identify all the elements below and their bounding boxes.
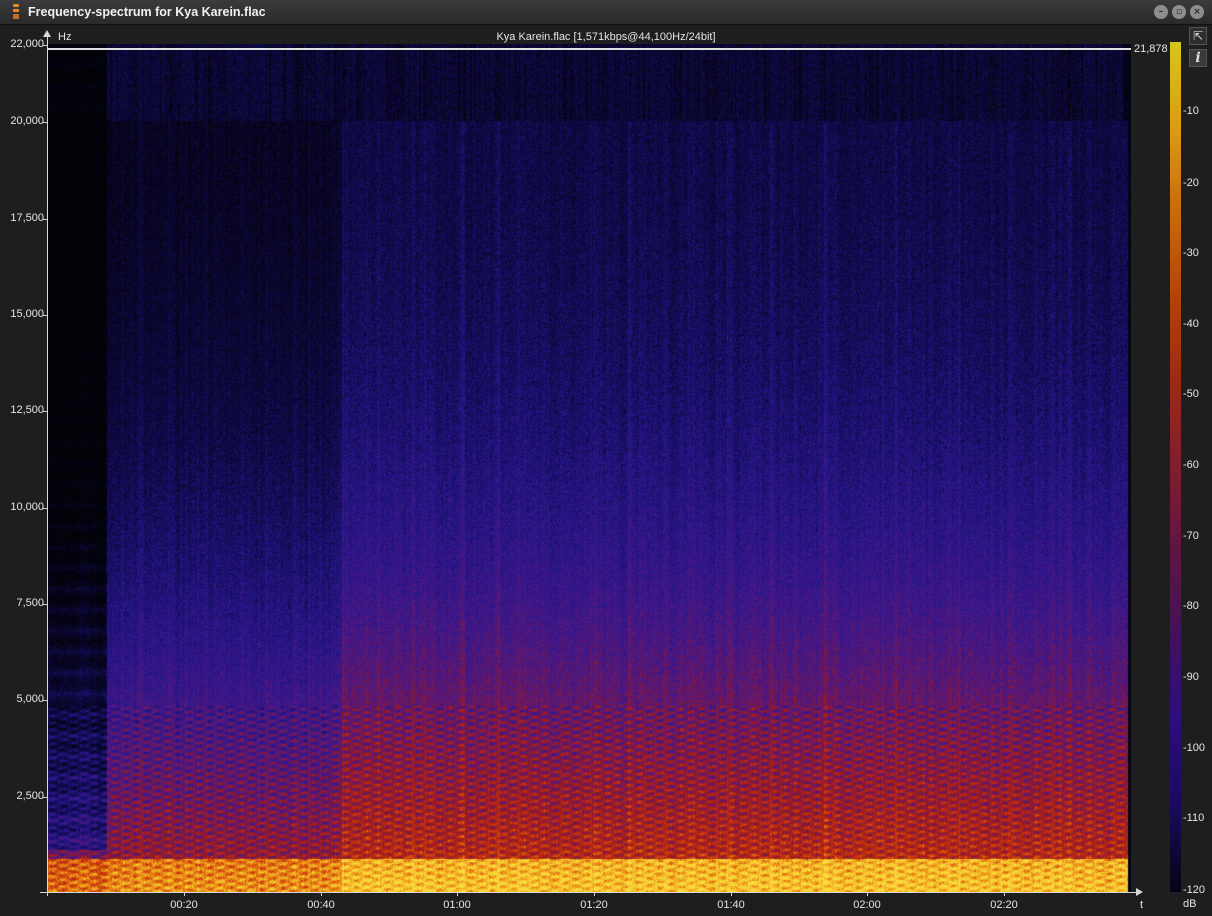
db-scale-label: -110 <box>1183 812 1205 824</box>
window-title: Frequency-spectrum for Kya Karein.flac <box>28 5 266 19</box>
frequency-cutoff-line <box>47 48 1131 50</box>
x-axis-arrow-icon <box>1136 888 1143 896</box>
db-scale-label: -30 <box>1183 247 1199 259</box>
db-scale-label: -40 <box>1183 318 1199 330</box>
x-tick-mark <box>594 892 595 896</box>
x-tick-mark <box>731 892 732 896</box>
y-tick-label: 17,500 <box>10 212 44 224</box>
x-tick-mark <box>867 892 868 896</box>
title-bar: Frequency-spectrum for Kya Karein.flac –… <box>0 0 1212 25</box>
y-axis-unit: Hz <box>58 31 72 43</box>
y-tick-label: 20,000 <box>10 115 44 127</box>
y-tick-mark <box>43 45 47 46</box>
y-tick-label: 5,000 <box>16 693 44 705</box>
minimize-button[interactable]: – <box>1154 5 1168 19</box>
x-tick-mark <box>457 892 458 896</box>
y-tick-label: 15,000 <box>10 308 44 320</box>
y-tick-mark <box>43 700 47 701</box>
export-button[interactable]: ⇱ <box>1189 27 1207 45</box>
frequency-cutoff-label: 21,878 <box>1134 43 1168 55</box>
db-scale-label: -60 <box>1183 459 1199 471</box>
y-tick-label: 12,500 <box>10 404 44 416</box>
x-tick-mark <box>1004 892 1005 896</box>
y-tick-label: 10,000 <box>10 501 44 513</box>
x-tick-label: 01:00 <box>443 899 471 911</box>
x-axis-unit: t <box>1140 899 1144 911</box>
x-tick-mark <box>184 892 185 896</box>
db-color-scale <box>1170 42 1181 892</box>
y-tick-label: 7,500 <box>16 597 44 609</box>
db-scale-label: -20 <box>1183 177 1199 189</box>
x-tick-label: 00:40 <box>307 899 335 911</box>
y-tick-mark <box>43 797 47 798</box>
x-tick-mark <box>321 892 322 896</box>
db-scale-label: -80 <box>1183 600 1199 612</box>
db-scale-label: -120 <box>1183 884 1206 896</box>
y-tick-mark <box>43 508 47 509</box>
info-button[interactable]: i <box>1189 49 1207 67</box>
db-scale-label: -70 <box>1183 530 1199 542</box>
y-tick-mark <box>43 315 47 316</box>
db-scale-label: -100 <box>1183 742 1206 754</box>
db-scale-label: -90 <box>1183 671 1199 683</box>
y-axis-arrow-icon <box>43 30 51 37</box>
window-controls: – ▫ × <box>1154 5 1204 19</box>
db-scale-unit: dB <box>1183 898 1197 910</box>
maximize-button[interactable]: ▫ <box>1172 5 1186 19</box>
x-tick-label: 00:20 <box>170 899 198 911</box>
y-tick-label: 22,000 <box>10 38 44 50</box>
db-scale-label: -50 <box>1183 388 1199 400</box>
x-axis-line <box>40 892 1140 893</box>
export-icon: ⇱ <box>1192 29 1204 43</box>
app-icon <box>9 4 23 20</box>
y-tick-mark <box>43 122 47 123</box>
x-tick-label: 02:00 <box>853 899 881 911</box>
y-tick-label: 2,500 <box>16 790 44 802</box>
info-icon: i <box>1195 50 1201 66</box>
y-tick-mark <box>43 219 47 220</box>
x-tick-label: 02:20 <box>990 899 1018 911</box>
close-button[interactable]: × <box>1190 5 1204 19</box>
y-tick-mark <box>43 604 47 605</box>
y-axis-line <box>47 34 48 896</box>
db-scale-label: -10 <box>1183 105 1199 117</box>
spectrogram-heatmap <box>47 44 1131 892</box>
file-info-label: Kya Karein.flac [1,571kbps@44,100Hz/24bi… <box>496 31 716 43</box>
x-tick-label: 01:40 <box>717 899 745 911</box>
x-tick-label: 01:20 <box>580 899 608 911</box>
y-tick-mark <box>43 411 47 412</box>
